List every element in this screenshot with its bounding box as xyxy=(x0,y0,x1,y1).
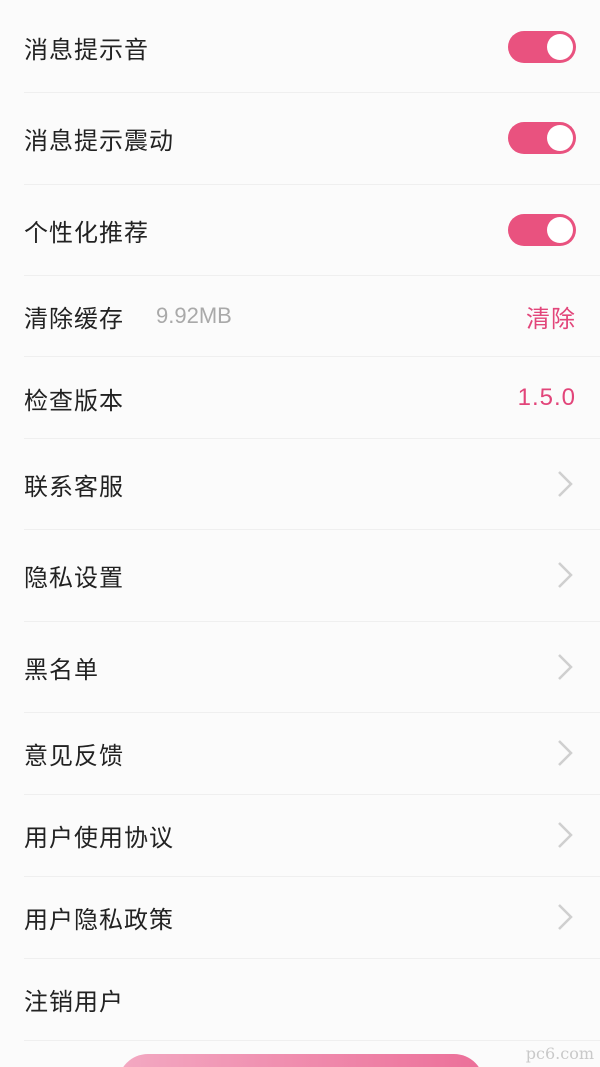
setting-message-sound: 消息提示音 xyxy=(0,20,600,74)
divider xyxy=(24,356,600,357)
toggle-knob xyxy=(547,125,573,151)
chevron-right-icon xyxy=(558,654,573,680)
user-agreement-label: 用户使用协议 xyxy=(24,823,174,852)
version-value: 1.5.0 xyxy=(517,384,576,411)
setting-personalized-recommendation: 个性化推荐 xyxy=(0,203,600,257)
divider xyxy=(24,92,600,93)
divider xyxy=(24,621,600,622)
contact-service-label: 联系客服 xyxy=(24,472,124,501)
message-vibration-toggle[interactable] xyxy=(508,122,576,154)
check-version-label: 检查版本 xyxy=(24,386,124,415)
blacklist-label: 黑名单 xyxy=(24,655,99,684)
setting-message-vibration-label: 消息提示震动 xyxy=(24,126,174,155)
cache-size-value: 9.92MB xyxy=(156,303,232,328)
privacy-settings-label: 隐私设置 xyxy=(24,563,124,592)
message-sound-toggle[interactable] xyxy=(508,31,576,63)
setting-clear-cache: 清除缓存 9.92MB 清除 xyxy=(0,289,600,343)
logout-button[interactable] xyxy=(118,1054,484,1067)
divider xyxy=(24,1040,600,1041)
setting-feedback[interactable]: 意见反馈 xyxy=(0,726,600,780)
chevron-right-icon xyxy=(558,471,573,497)
setting-privacy-policy[interactable]: 用户隐私政策 xyxy=(0,890,600,944)
divider xyxy=(24,712,600,713)
setting-contact-service[interactable]: 联系客服 xyxy=(0,457,600,511)
feedback-label: 意见反馈 xyxy=(24,741,124,770)
divider xyxy=(24,184,600,185)
watermark: pc6.com xyxy=(525,1044,594,1063)
toggle-knob xyxy=(547,217,573,243)
privacy-policy-label: 用户隐私政策 xyxy=(24,905,174,934)
clear-cache-button[interactable]: 清除 xyxy=(526,299,576,334)
setting-privacy-settings[interactable]: 隐私设置 xyxy=(0,548,600,602)
clear-cache-label: 清除缓存 xyxy=(24,304,124,333)
divider xyxy=(24,958,600,959)
chevron-right-icon xyxy=(558,822,573,848)
chevron-right-icon xyxy=(558,904,573,930)
chevron-right-icon xyxy=(558,740,573,766)
divider xyxy=(24,529,600,530)
setting-check-version[interactable]: 检查版本 1.5.0 xyxy=(0,371,600,425)
setting-personalized-recommendation-label: 个性化推荐 xyxy=(24,218,149,247)
personalized-recommendation-toggle[interactable] xyxy=(508,214,576,246)
setting-message-vibration: 消息提示震动 xyxy=(0,111,600,165)
divider xyxy=(24,794,600,795)
divider xyxy=(24,438,600,439)
setting-cancel-account[interactable]: 注销用户 xyxy=(0,972,600,1026)
divider xyxy=(24,275,600,276)
chevron-right-icon xyxy=(558,562,573,588)
cancel-account-label: 注销用户 xyxy=(24,987,124,1016)
settings-screen: 消息提示音 消息提示震动 个性化推荐 清除缓存 9.92MB 清除 检查版本 1… xyxy=(0,0,600,1067)
setting-blacklist[interactable]: 黑名单 xyxy=(0,640,600,694)
clear-cache-info: 清除缓存 9.92MB xyxy=(24,299,232,334)
setting-user-agreement[interactable]: 用户使用协议 xyxy=(0,808,600,862)
toggle-knob xyxy=(547,34,573,60)
setting-message-sound-label: 消息提示音 xyxy=(24,35,149,64)
divider xyxy=(24,876,600,877)
